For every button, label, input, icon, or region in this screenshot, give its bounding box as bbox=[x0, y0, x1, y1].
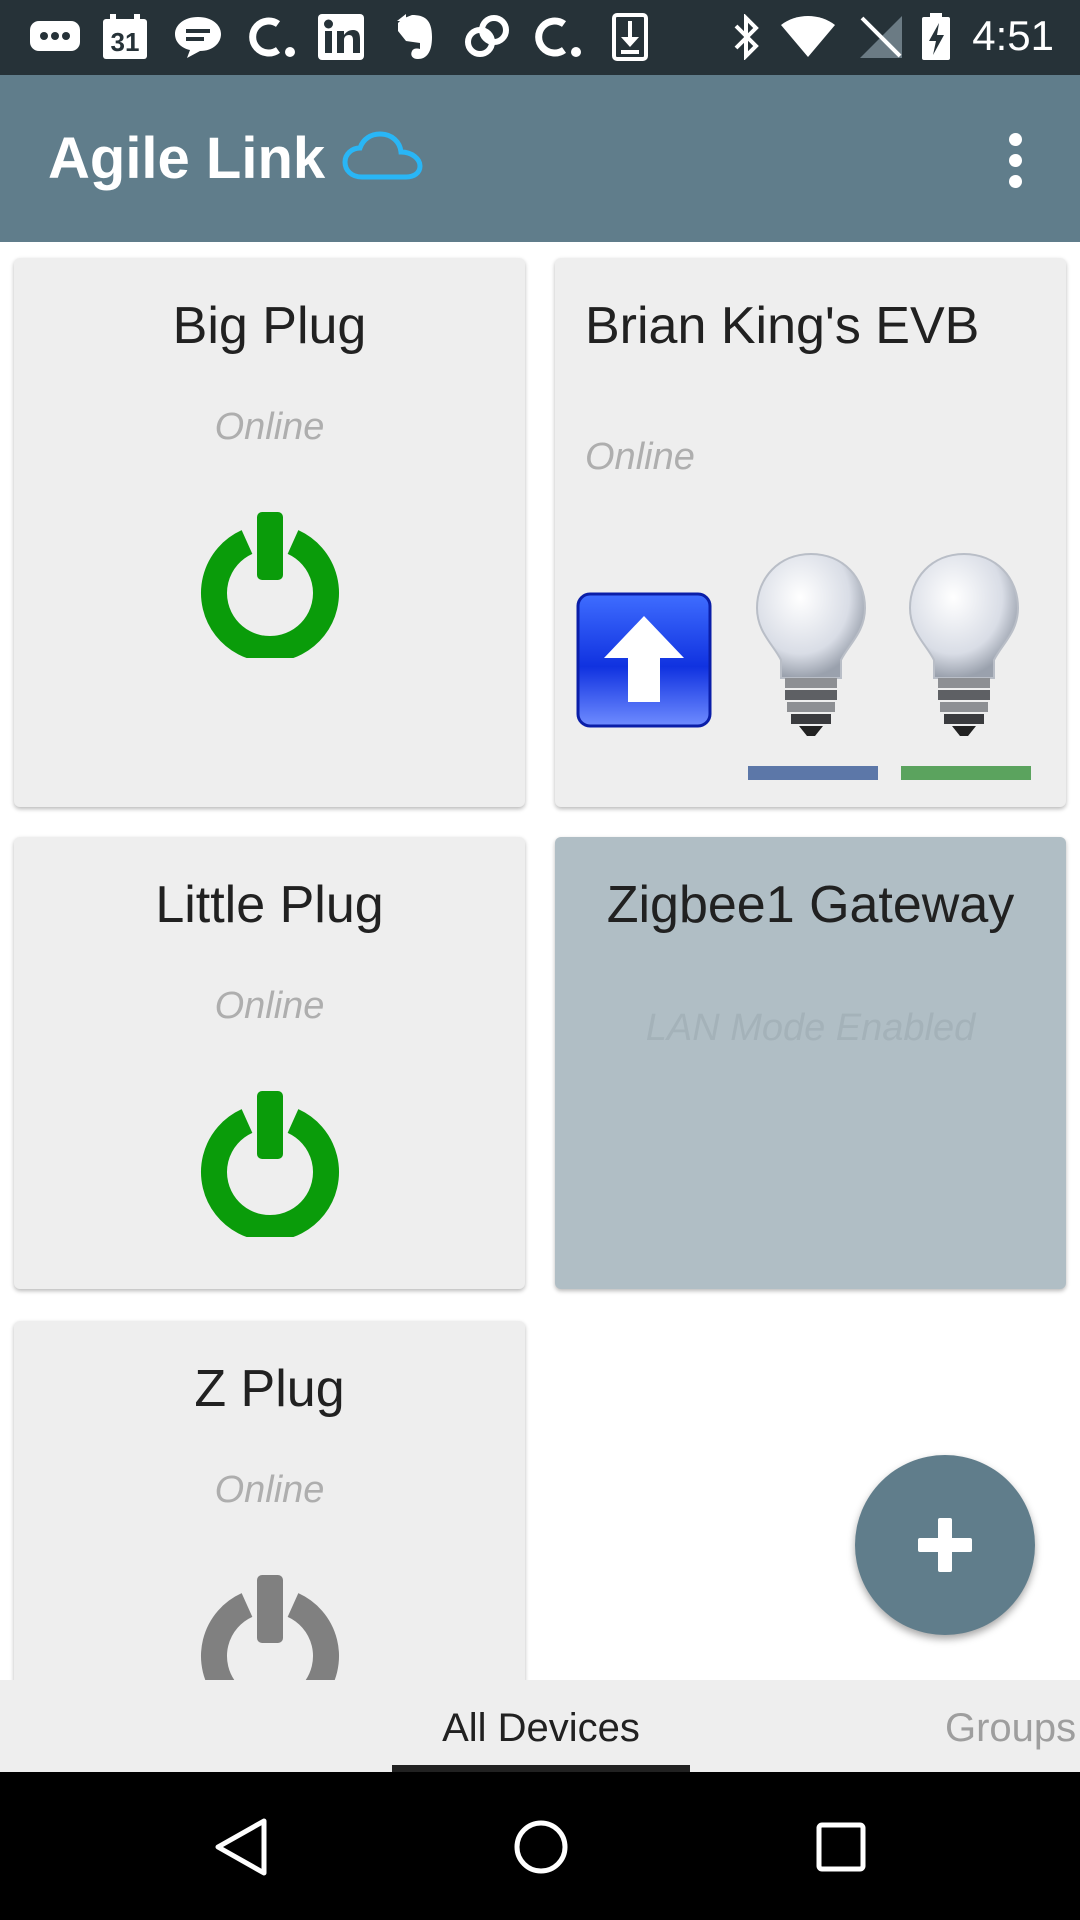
cloud-icon[interactable] bbox=[342, 131, 424, 188]
power-icon[interactable] bbox=[199, 1087, 341, 1242]
device-status: Online bbox=[214, 406, 325, 448]
tab-groups[interactable]: Groups bbox=[945, 1706, 1076, 1751]
device-name: Little Plug bbox=[155, 876, 384, 934]
device-status: Online bbox=[214, 1469, 325, 1511]
status-bar: 31 4:51 bbox=[0, 0, 1080, 75]
back-icon[interactable] bbox=[210, 1816, 272, 1878]
link-icon bbox=[462, 14, 512, 60]
device-card-z-plug[interactable]: Z Plug Online bbox=[14, 1321, 525, 1680]
download-icon bbox=[612, 13, 648, 61]
linkedin-icon bbox=[318, 14, 364, 60]
device-status: Online bbox=[214, 985, 325, 1027]
power-icon[interactable] bbox=[199, 1571, 341, 1680]
device-card-little-plug[interactable]: Little Plug Online bbox=[14, 837, 525, 1289]
home-icon[interactable] bbox=[510, 1816, 572, 1878]
c-app-icon bbox=[530, 14, 584, 60]
device-card-brian-kings-evb[interactable]: Brian King's EVB Online bbox=[555, 258, 1066, 807]
device-status: Online bbox=[585, 436, 695, 478]
calendar-day: 31 bbox=[110, 27, 140, 57]
app-bar: Agile Link bbox=[0, 75, 1080, 242]
messenger-icon bbox=[28, 14, 82, 60]
device-grid[interactable]: Big Plug Online Brian King's EVB Online bbox=[0, 242, 1080, 1680]
device-card-big-plug[interactable]: Big Plug Online bbox=[14, 258, 525, 807]
device-name: Zigbee1 Gateway bbox=[606, 876, 1015, 934]
tab-all-devices[interactable]: All Devices bbox=[392, 1706, 690, 1751]
navigation-bar bbox=[0, 1772, 1080, 1920]
upload-arrow-icon[interactable] bbox=[576, 592, 712, 733]
light-bulb-icon[interactable] bbox=[751, 548, 871, 753]
device-card-zigbee1-gateway[interactable]: Zigbee1 Gateway LAN Mode Enabled bbox=[555, 837, 1066, 1289]
clock: 4:51 bbox=[972, 12, 1054, 59]
app-title: Agile Link bbox=[48, 126, 326, 191]
more-vert-icon[interactable] bbox=[995, 133, 1035, 193]
add-device-button[interactable] bbox=[855, 1455, 1035, 1635]
recents-icon[interactable] bbox=[810, 1816, 872, 1878]
device-name: Big Plug bbox=[172, 297, 367, 355]
led-bar-blue bbox=[748, 766, 878, 780]
led-bar-green bbox=[901, 766, 1031, 780]
selected-tab-indicator bbox=[392, 1765, 690, 1772]
no-signal-icon bbox=[858, 14, 904, 60]
light-bulb-icon[interactable] bbox=[904, 548, 1024, 753]
device-name: Brian King's EVB bbox=[585, 297, 980, 355]
device-status: LAN Mode Enabled bbox=[645, 1007, 976, 1049]
bluetooth-icon bbox=[730, 14, 764, 60]
chat-icon bbox=[172, 14, 224, 60]
wifi-icon bbox=[780, 14, 836, 60]
power-icon[interactable] bbox=[199, 508, 341, 663]
device-name: Z Plug bbox=[194, 1360, 345, 1418]
calendar-icon: 31 bbox=[102, 14, 148, 60]
c-app-icon bbox=[244, 14, 298, 60]
battery-charging-icon bbox=[920, 13, 952, 60]
bottom-tabs: All Devices Groups bbox=[0, 1680, 1080, 1772]
evernote-icon bbox=[394, 14, 436, 60]
